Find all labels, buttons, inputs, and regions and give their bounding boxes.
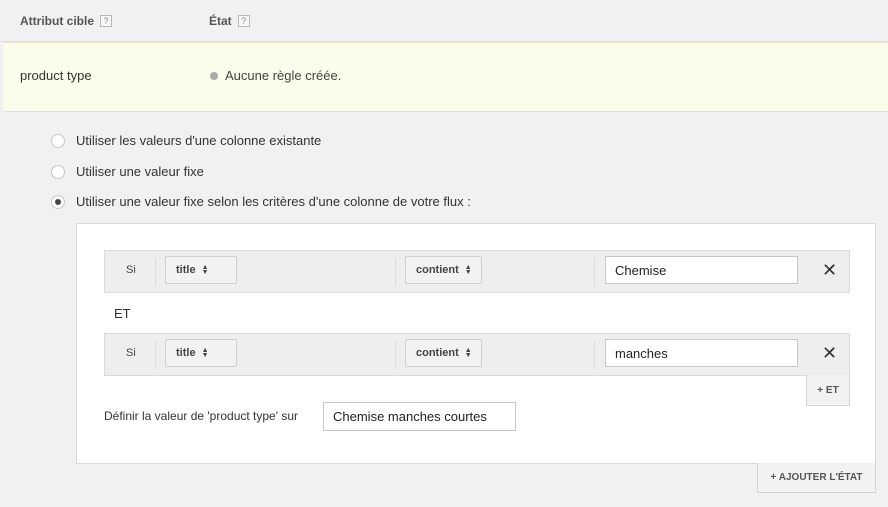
define-value-input[interactable]: Chemise manches courtes (323, 402, 516, 431)
header-target-attribute: Attribut cible ? (20, 14, 112, 28)
divider (395, 258, 396, 286)
divider (155, 258, 156, 286)
operator-select[interactable]: contient ▲ ▼ (405, 256, 482, 284)
option-label: Utiliser une valeur fixe (76, 164, 204, 179)
if-label: Si (126, 264, 136, 276)
option-existing-column[interactable]: Utiliser les valeurs d'une colonne exist… (51, 133, 321, 148)
header-state-label: État (209, 14, 232, 28)
table-header: Attribut cible ? État ? (0, 0, 888, 42)
operator-select-value: contient (416, 347, 459, 359)
close-icon[interactable]: ✕ (822, 344, 837, 362)
column-select-value: title (176, 347, 196, 359)
operator-select-value: contient (416, 264, 459, 276)
header-state: État ? (209, 14, 250, 28)
add-state-button[interactable]: + AJOUTER L'ÉTAT (757, 463, 876, 493)
gray-dot-icon (210, 71, 218, 80)
attribute-name: product type (20, 68, 92, 83)
divider (155, 341, 156, 369)
attribute-status-text: Aucune règle créée. (225, 68, 342, 83)
radio-button[interactable] (51, 164, 65, 179)
divider (395, 341, 396, 369)
operator-select[interactable]: contient ▲ ▼ (405, 339, 482, 367)
help-icon[interactable]: ? (237, 15, 250, 27)
sort-arrows-icon: ▲ ▼ (201, 347, 209, 359)
option-fixed-value-by-criteria[interactable]: Utiliser une valeur fixe selon les critè… (51, 194, 471, 209)
column-select[interactable]: title ▲ ▼ (165, 256, 237, 284)
add-and-button[interactable]: + ET (806, 375, 850, 406)
column-select[interactable]: title ▲ ▼ (165, 339, 237, 367)
divider (594, 341, 595, 369)
condition-row: Si title ▲ ▼ contient ▲ ▼ manches ✕ (104, 333, 850, 376)
rules-panel: Si title ▲ ▼ contient ▲ ▼ Chemise ✕ ET Si … (76, 223, 876, 464)
radio-button-selected[interactable] (51, 194, 65, 209)
column-select-value: title (176, 264, 196, 276)
close-icon[interactable]: ✕ (822, 261, 837, 279)
condition-value-input[interactable]: Chemise (605, 256, 798, 284)
condition-value-input[interactable]: manches (605, 339, 798, 367)
attribute-row: product type Aucune règle créée. (3, 42, 888, 112)
header-target-attribute-label: Attribut cible (20, 14, 94, 28)
option-label: Utiliser les valeurs d'une colonne exist… (76, 133, 322, 148)
condition-row: Si title ▲ ▼ contient ▲ ▼ Chemise ✕ (104, 250, 850, 293)
sort-arrows-icon: ▲ ▼ (464, 347, 472, 359)
option-fixed-value[interactable]: Utiliser une valeur fixe (51, 164, 204, 179)
help-icon[interactable]: ? (100, 15, 112, 27)
option-label: Utiliser une valeur fixe selon les critè… (76, 194, 471, 209)
sort-arrows-icon: ▲ ▼ (464, 264, 472, 276)
attribute-status: Aucune règle créée. (210, 68, 341, 83)
radio-button[interactable] (51, 133, 65, 148)
sort-arrows-icon: ▲ ▼ (201, 264, 209, 276)
and-label: ET (114, 306, 131, 321)
if-label: Si (126, 347, 136, 359)
define-value-label: Définir la valeur de 'product type' sur (104, 409, 299, 423)
divider (594, 258, 595, 286)
